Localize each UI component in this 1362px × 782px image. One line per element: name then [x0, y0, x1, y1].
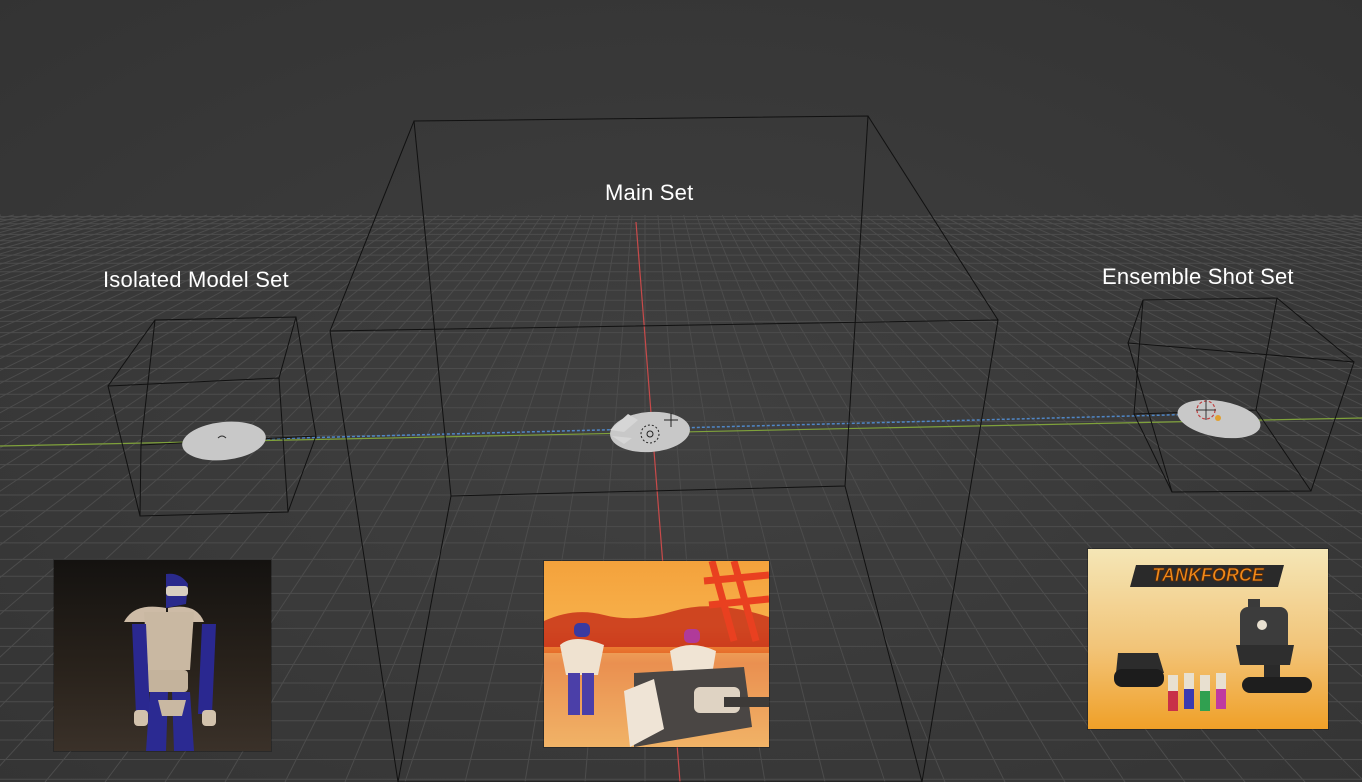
- robot-figure-render-icon: [54, 560, 271, 751]
- tankforce-ensemble-render-icon: TANKFORCE: [1088, 549, 1328, 729]
- tankforce-logo-text: TANKFORCE: [1152, 565, 1265, 585]
- ensemble-shot-thumbnail[interactable]: TANKFORCE: [1088, 549, 1328, 729]
- main-set-thumbnail[interactable]: [544, 561, 769, 747]
- isolated-model-thumbnail[interactable]: [54, 560, 271, 751]
- isolated-model-set-label: Isolated Model Set: [103, 267, 289, 292]
- ensemble-shot-set-label: Ensemble Shot Set: [1102, 264, 1294, 289]
- main-set-label: Main Set: [605, 180, 694, 205]
- desert-tank-scene-render-icon: [544, 561, 769, 747]
